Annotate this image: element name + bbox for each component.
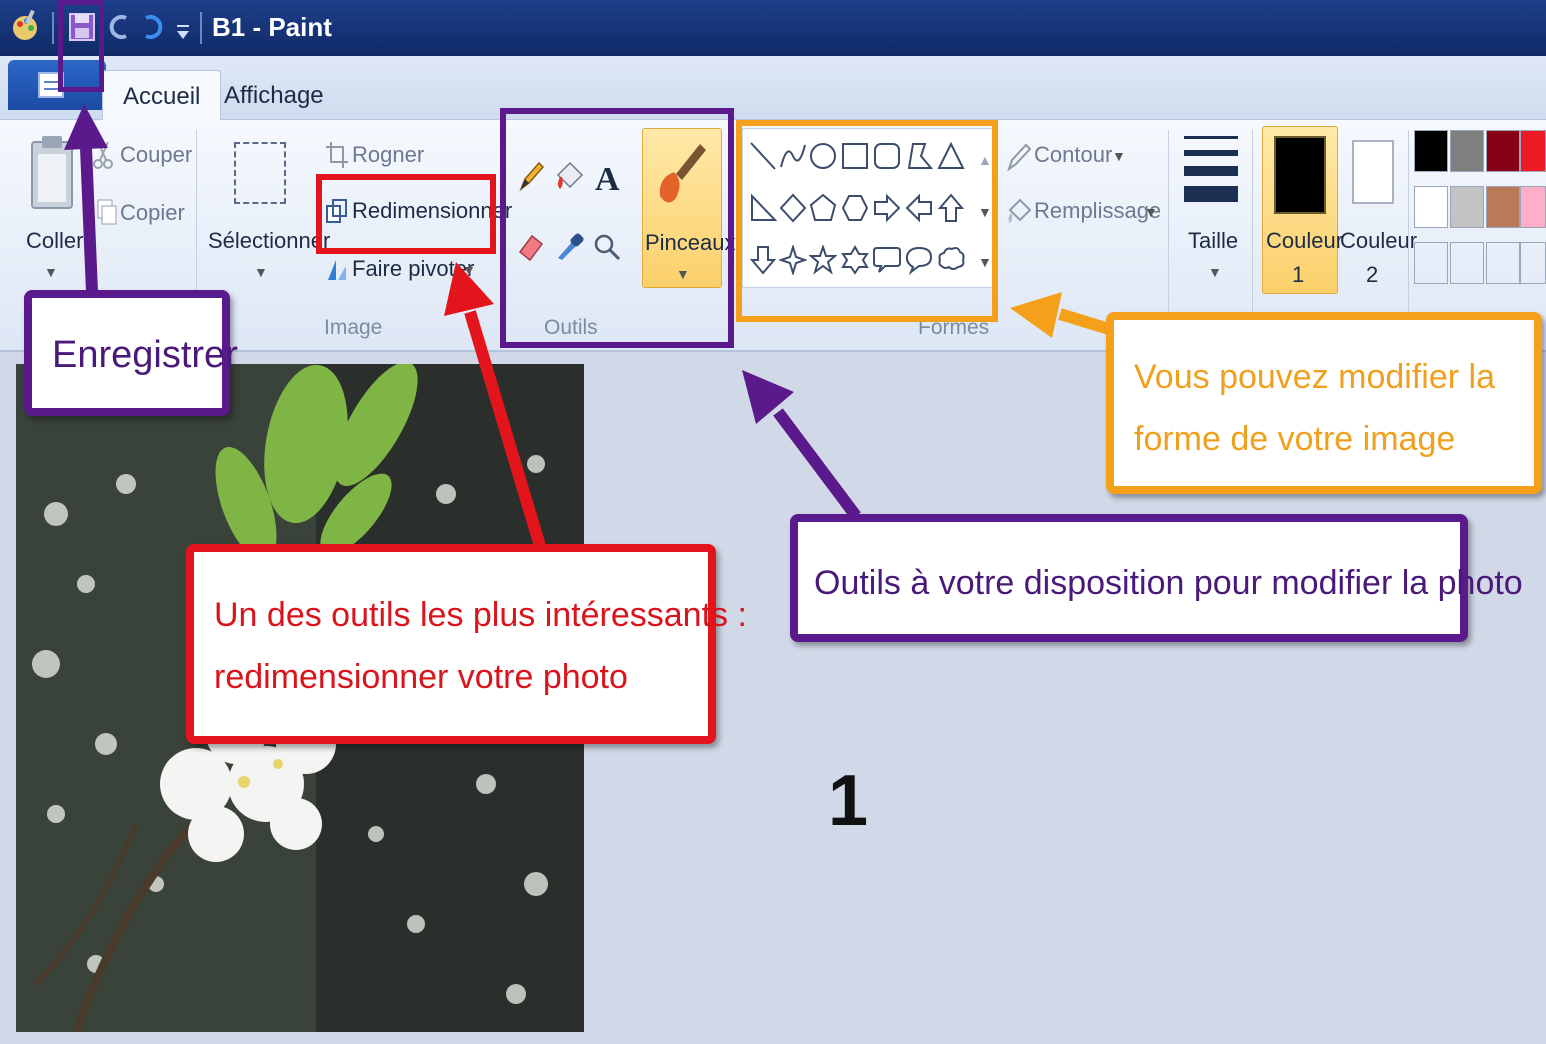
resize-callout: Un des outils les plus intéressants : re… — [186, 544, 747, 744]
save-callout: Enregistrer — [24, 290, 238, 416]
resize-callout-line1: Un des outils les plus intéressants : — [214, 596, 747, 634]
shapes-callout: Vous pouvez modifier la forme de votre i… — [1106, 312, 1542, 494]
tools-callout-text: Outils à votre disposition pour modifier… — [814, 564, 1523, 602]
save-callout-text: Enregistrer — [52, 334, 238, 376]
shapes-callout-line1: Vous pouvez modifier la — [1134, 358, 1495, 396]
resize-callout-line2: redimensionner votre photo — [214, 658, 628, 696]
shapes-callout-line2: forme de votre image — [1134, 420, 1456, 458]
tools-callout: Outils à votre disposition pour modifier… — [790, 514, 1523, 642]
